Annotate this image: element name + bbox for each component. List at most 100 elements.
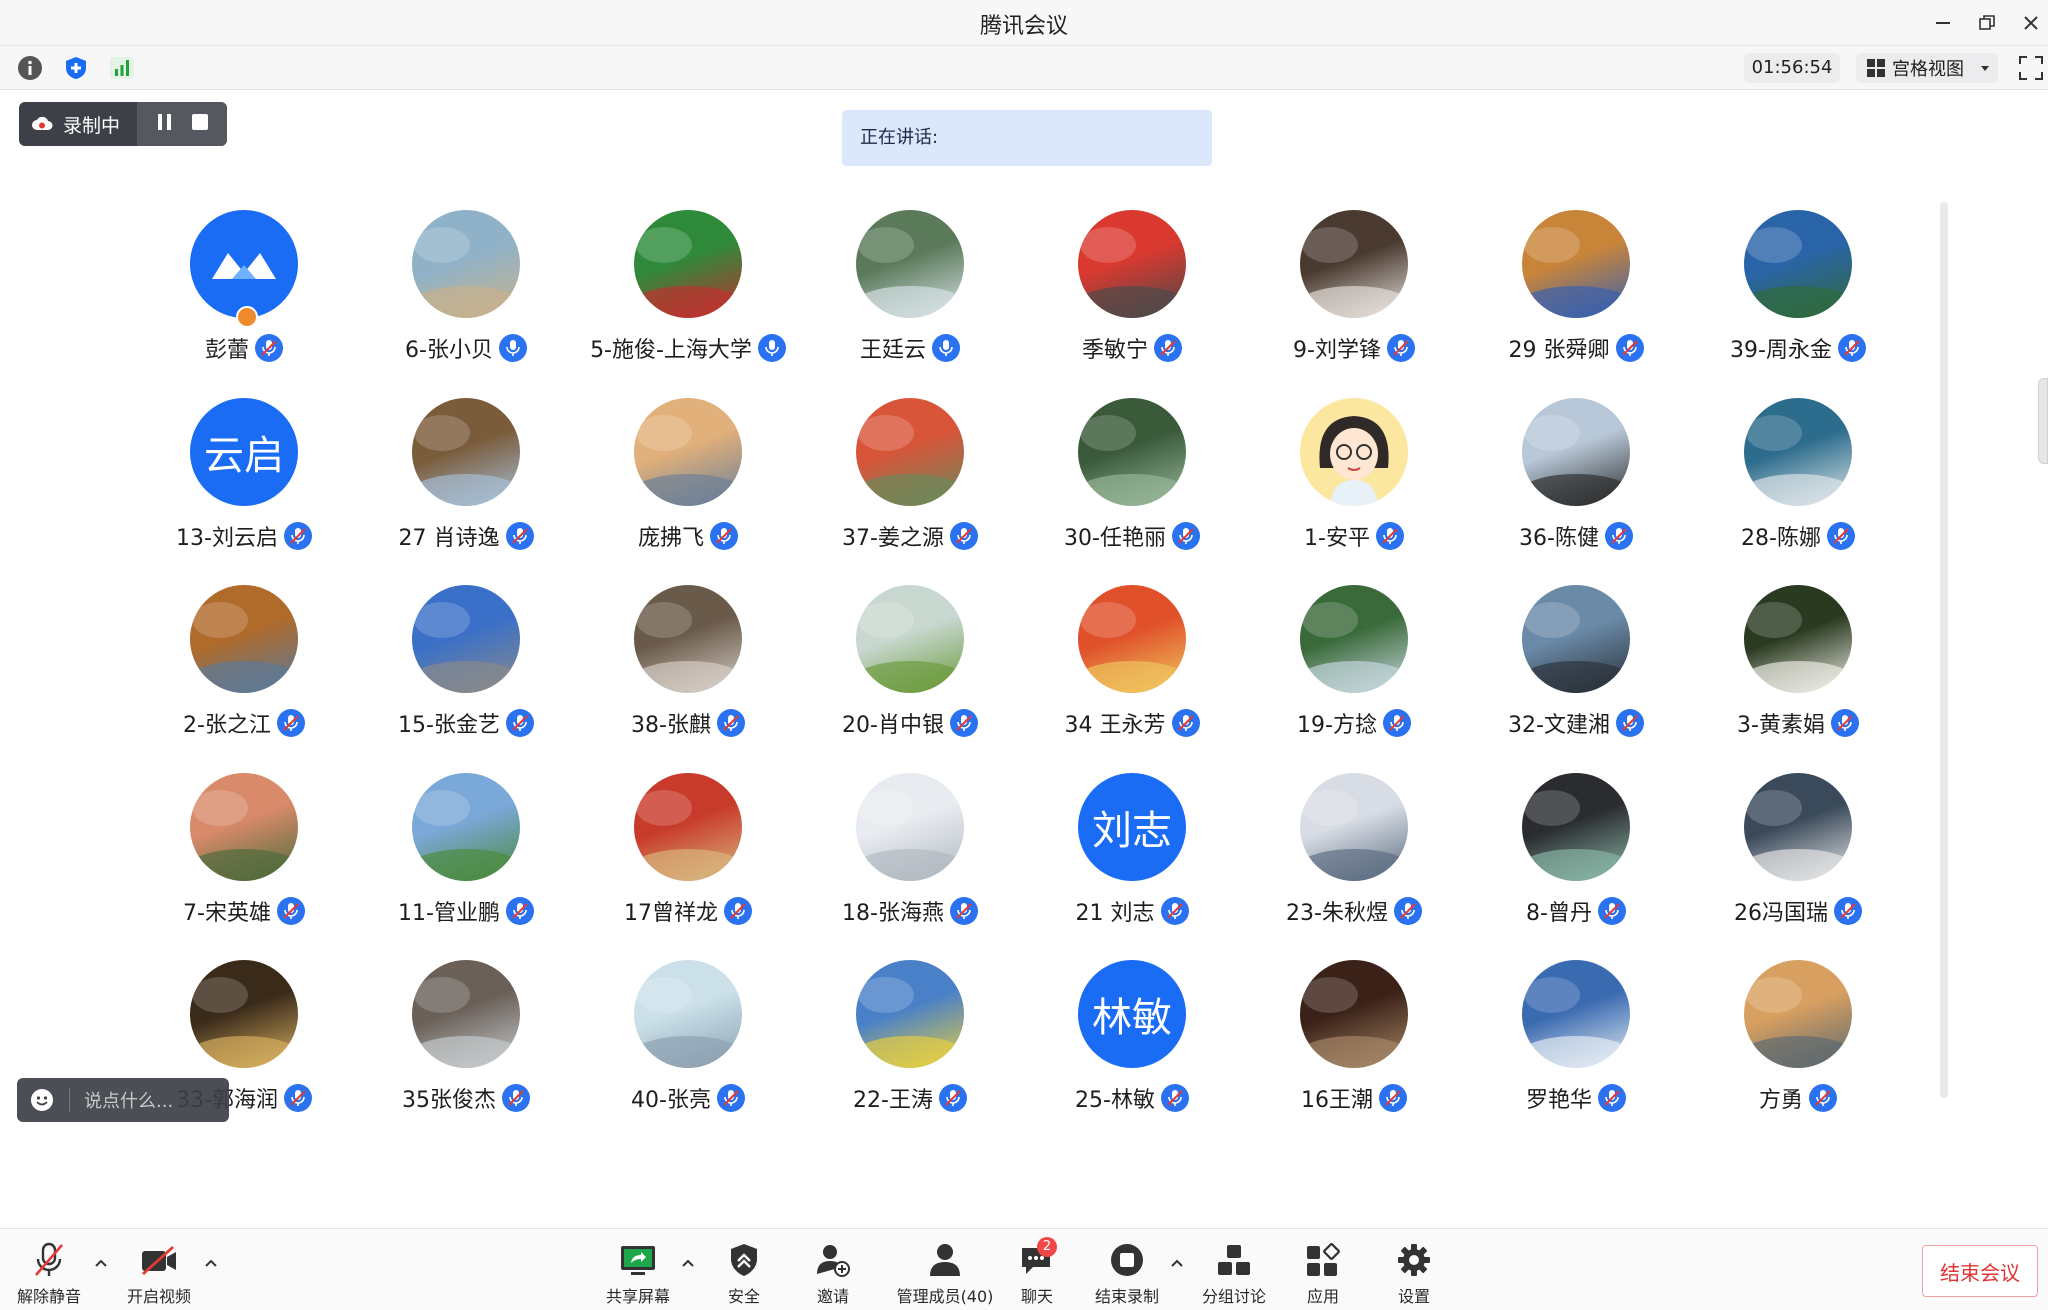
close-button[interactable] bbox=[2016, 8, 2046, 38]
mic-muted-icon bbox=[949, 896, 978, 925]
participant-tile[interactable]: 26冯国瑞 bbox=[1700, 772, 1922, 961]
participant-tile[interactable]: 季敏宁 bbox=[1034, 210, 1256, 398]
participant-name-row: 庞拂飞 bbox=[570, 520, 806, 552]
chat-button[interactable]: 2 聊天 bbox=[987, 1237, 1087, 1307]
participant-tile[interactable]: 2-张之江 bbox=[146, 585, 368, 773]
video-options-caret[interactable] bbox=[201, 1253, 221, 1273]
participant-name: 35张俊杰 bbox=[402, 1088, 496, 1113]
participant-tile[interactable]: 37-姜之源 bbox=[812, 397, 1034, 586]
participant-tile[interactable]: 罗艳华 bbox=[1478, 960, 1700, 1148]
apps-label: 应用 bbox=[1306, 1287, 1339, 1306]
profile-photo bbox=[1744, 414, 1852, 506]
network-status-button[interactable] bbox=[107, 53, 137, 83]
participant-tile[interactable]: 刘志 21 刘志 bbox=[1034, 772, 1256, 961]
participant-name: 30-任艳丽 bbox=[1064, 525, 1166, 551]
share-screen-button[interactable]: 共享屏幕 bbox=[588, 1241, 688, 1307]
participant-name: 9-刘学锋 bbox=[1293, 338, 1381, 363]
participant-tile[interactable]: 30-任艳丽 bbox=[1034, 397, 1256, 586]
active-speaker-banner: 正在讲话: bbox=[842, 110, 1212, 166]
participant-name-row: 32-文建湘 bbox=[1458, 707, 1694, 739]
meeting-info-button[interactable] bbox=[15, 53, 45, 83]
participant-tile[interactable]: 云启 13-刘云启 bbox=[146, 397, 368, 586]
apps-button[interactable]: 应用 bbox=[1273, 1241, 1373, 1307]
participant-name-row: 18-张海燕 bbox=[792, 895, 1028, 927]
participant-tile[interactable]: 11-管业鹏 bbox=[368, 772, 590, 961]
security-status-button[interactable] bbox=[61, 53, 91, 83]
participant-tile[interactable]: 王廷云 bbox=[812, 210, 1034, 398]
participant-name-row: 35张俊杰 bbox=[348, 1082, 584, 1114]
participant-tile[interactable]: 36-陈健 bbox=[1478, 397, 1700, 586]
participant-tile[interactable]: 17曾祥龙 bbox=[590, 772, 812, 961]
mic-muted-icon bbox=[724, 896, 752, 925]
gear-icon bbox=[1398, 1244, 1430, 1276]
minimize-button[interactable] bbox=[1928, 8, 1958, 38]
stop-recording-button[interactable]: 结束录制 bbox=[1077, 1241, 1177, 1307]
participant-name-row: 16王潮 bbox=[1236, 1082, 1472, 1114]
participant-avatar bbox=[190, 772, 298, 881]
participant-name: 11-管业鹏 bbox=[398, 900, 500, 926]
audio-options-caret[interactable] bbox=[91, 1253, 111, 1273]
pause-recording-button[interactable] bbox=[155, 112, 175, 136]
participant-tile[interactable]: 28-陈娜 bbox=[1700, 397, 1922, 586]
breakout-rooms-button[interactable]: 分组讨论 bbox=[1184, 1241, 1284, 1307]
security-button[interactable]: 安全 bbox=[694, 1241, 794, 1307]
participant-tile[interactable]: 39-周永金 bbox=[1700, 210, 1922, 398]
side-panel-handle[interactable] bbox=[2038, 378, 2048, 464]
grid-scrollbar[interactable] bbox=[1940, 202, 1948, 1098]
participant-tile[interactable]: 15-张金艺 bbox=[368, 585, 590, 773]
participant-tile[interactable]: 29 张舜卿 bbox=[1478, 210, 1700, 398]
profile-photo bbox=[412, 414, 520, 506]
participant-tile[interactable]: 23-朱秋煜 bbox=[1256, 772, 1478, 961]
profile-photo bbox=[856, 602, 964, 693]
participant-tile[interactable]: 9-刘学锋 bbox=[1256, 210, 1478, 398]
restore-button[interactable] bbox=[1972, 8, 2002, 38]
participant-name-row: 彭蕾 bbox=[126, 332, 362, 364]
participant-avatar bbox=[856, 585, 964, 693]
participant-tile[interactable]: 3-黄素娟 bbox=[1700, 585, 1922, 773]
participant-tile[interactable]: 5-施俊-上海大学 bbox=[590, 210, 812, 398]
end-meeting-button[interactable]: 结束会议 bbox=[1922, 1245, 2038, 1297]
mic-muted-icon bbox=[1615, 334, 1644, 362]
stop-recording-small-button[interactable] bbox=[190, 112, 210, 136]
emoji-icon[interactable] bbox=[29, 1087, 55, 1113]
participant-tile[interactable]: 8-曾丹 bbox=[1478, 772, 1700, 961]
participant-name-row: 20-肖中银 bbox=[792, 707, 1028, 739]
chat-quick-input[interactable]: 说点什么... bbox=[17, 1078, 229, 1122]
participant-tile[interactable]: 27 肖诗逸 bbox=[368, 397, 590, 586]
participant-tile[interactable]: 19-方捻 bbox=[1256, 585, 1478, 773]
participant-name: 13-刘云启 bbox=[176, 525, 278, 551]
invite-button[interactable]: 邀请 bbox=[783, 1241, 883, 1307]
mic-muted-icon bbox=[1382, 709, 1411, 737]
participant-tile[interactable]: 6-张小贝 bbox=[368, 210, 590, 398]
participant-tile[interactable]: 40-张亮 bbox=[590, 960, 812, 1148]
settings-button[interactable]: 设置 bbox=[1364, 1241, 1464, 1307]
participant-tile[interactable]: 方勇 bbox=[1700, 960, 1922, 1148]
participant-name: 38-张麒 bbox=[631, 713, 711, 738]
participant-tile[interactable]: 38-张麒 bbox=[590, 585, 812, 773]
participant-tile[interactable]: 22-王涛 bbox=[812, 960, 1034, 1148]
chevron-up-icon bbox=[95, 1259, 107, 1267]
participant-tile[interactable]: 林敏 25-林敏 bbox=[1034, 960, 1256, 1148]
participant-name-row: 28-陈娜 bbox=[1680, 520, 1916, 552]
participant-avatar bbox=[1300, 960, 1408, 1068]
participant-tile[interactable]: 34 王永芳 bbox=[1034, 585, 1256, 773]
participant-tile[interactable]: 1-安平 bbox=[1256, 397, 1478, 586]
unmute-button[interactable]: 解除静音 bbox=[0, 1241, 99, 1307]
participant-tile[interactable]: 7-宋英雄 bbox=[146, 772, 368, 961]
participant-tile[interactable]: 彭蕾 bbox=[146, 210, 368, 398]
participant-tile[interactable]: 18-张海燕 bbox=[812, 772, 1034, 961]
view-switch-button[interactable]: 宫格视图 bbox=[1856, 53, 1998, 83]
share-screen-icon bbox=[621, 1246, 655, 1275]
participant-tile[interactable]: 20-肖中银 bbox=[812, 585, 1034, 773]
participant-name: 庞拂飞 bbox=[637, 525, 704, 551]
participant-tile[interactable]: 16王潮 bbox=[1256, 960, 1478, 1148]
start-video-button[interactable]: 开启视频 bbox=[109, 1241, 209, 1307]
mic-muted-icon bbox=[505, 896, 534, 925]
profile-photo bbox=[1300, 977, 1408, 1068]
participant-tile[interactable]: 庞拂飞 bbox=[590, 397, 812, 586]
participant-tile[interactable]: 32-文建湘 bbox=[1478, 585, 1700, 773]
fullscreen-button[interactable] bbox=[2018, 55, 2044, 81]
minimize-icon bbox=[1936, 22, 1950, 24]
participant-tile[interactable]: 35张俊杰 bbox=[368, 960, 590, 1148]
bottom-toolbar: 解除静音 开启视频 共享屏幕 安全 邀请 管理成员(40) 2 聊天 结束录制 … bbox=[0, 1228, 2048, 1310]
